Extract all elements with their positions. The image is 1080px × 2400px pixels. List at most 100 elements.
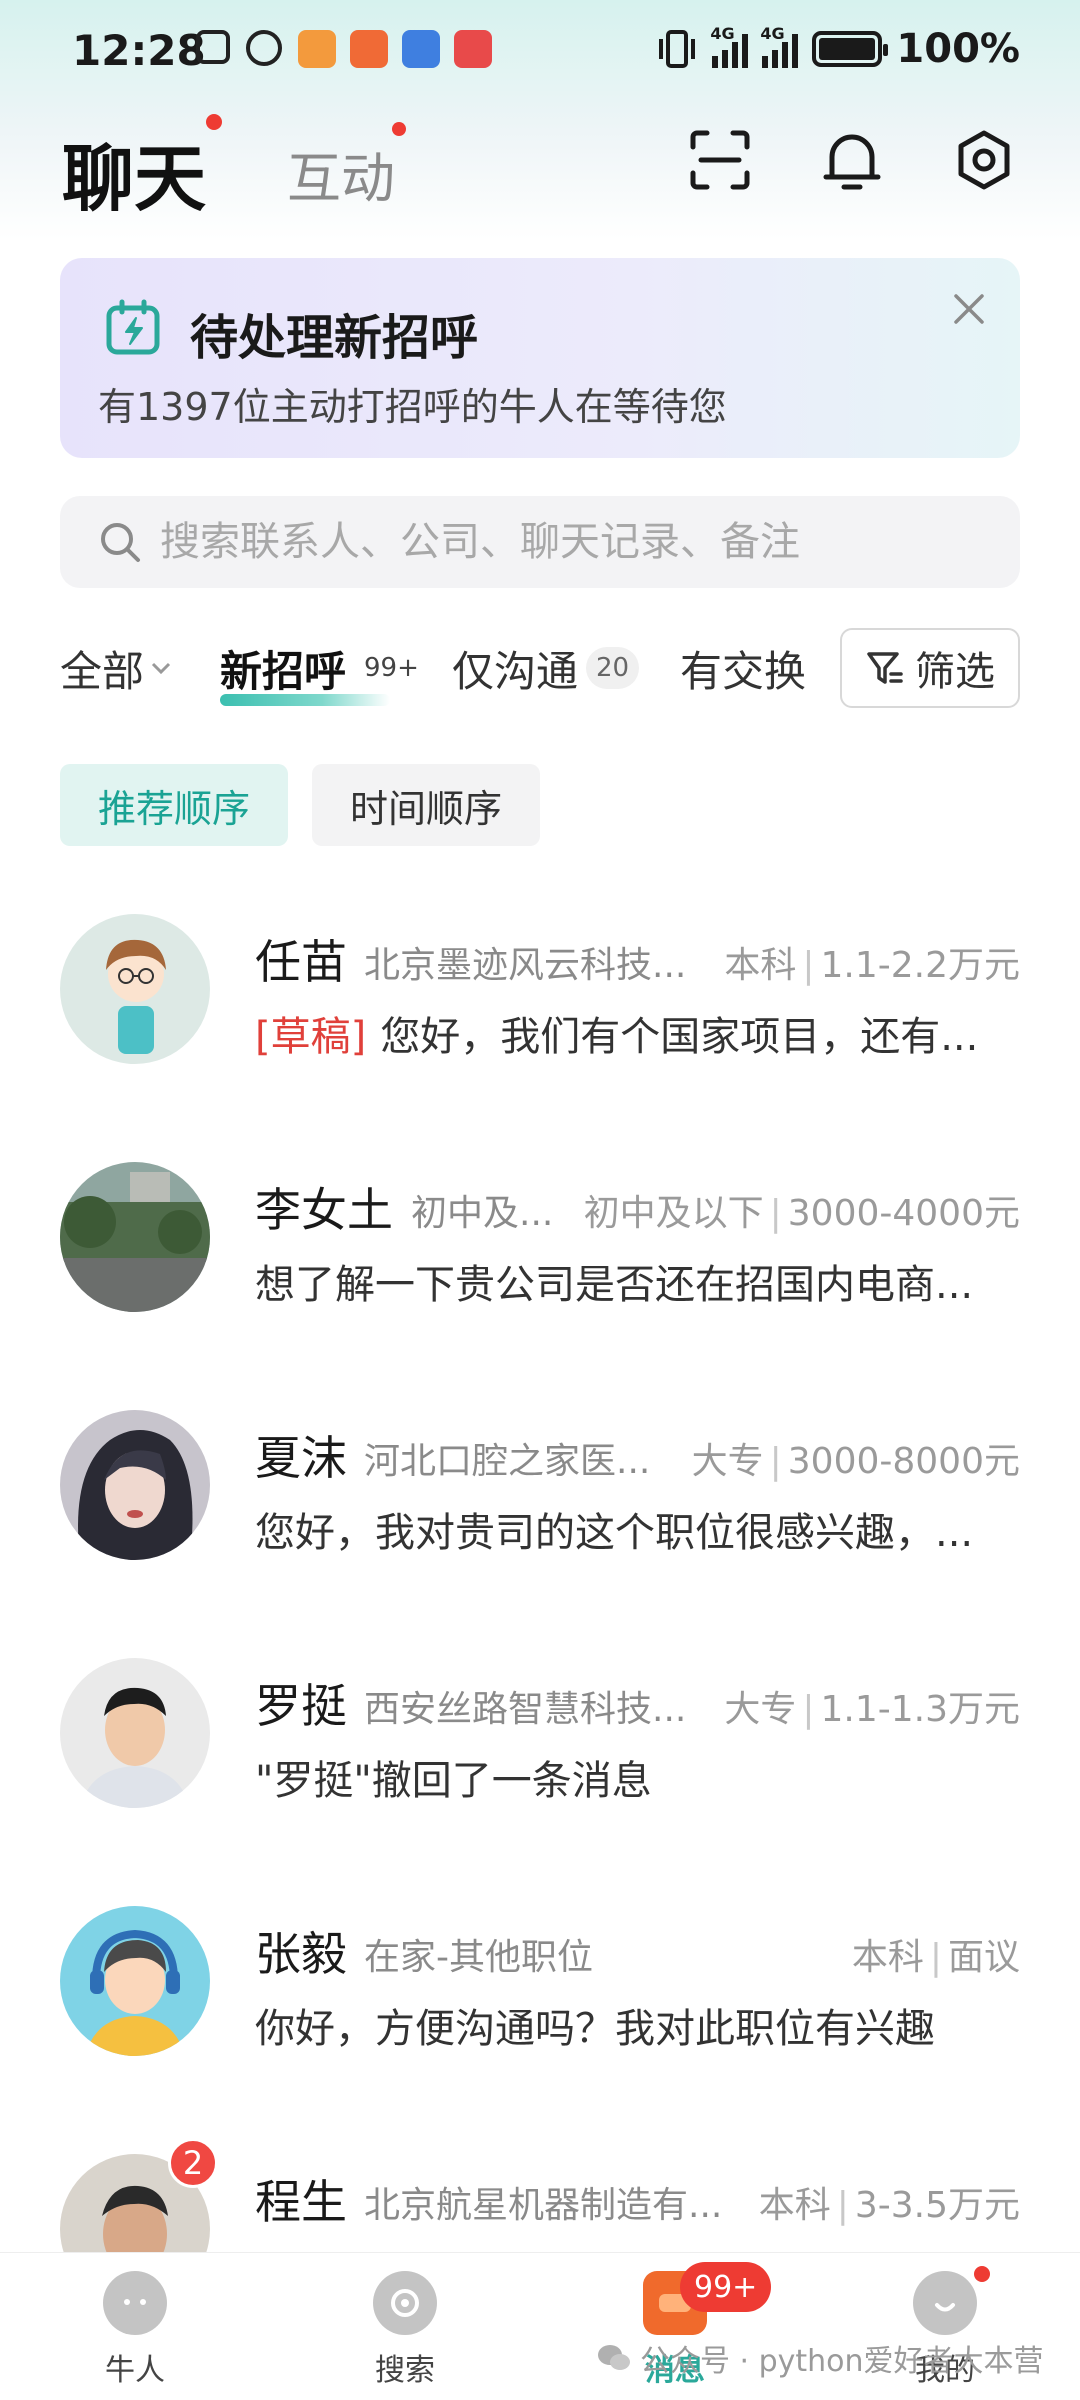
nfc-icon bbox=[196, 30, 230, 64]
status-bar: 12:28 4G 4G 100% bbox=[0, 0, 1080, 100]
avatar bbox=[60, 1906, 210, 2056]
contact-name: 任苗 bbox=[255, 935, 347, 989]
sort-recommended-button[interactable]: 推荐顺序 bbox=[60, 764, 288, 846]
last-message-text: "罗挺"撤回了一条消息 bbox=[255, 1758, 652, 1804]
signal-icon: 4G bbox=[710, 24, 749, 68]
profile-icon bbox=[913, 2271, 977, 2335]
nav-talent-label: 牛人 bbox=[105, 2353, 165, 2388]
banner-close-button[interactable] bbox=[942, 282, 996, 336]
watermark: 公众号 · python爱好者大本营 bbox=[596, 2336, 1044, 2380]
contact-company: 初中及... bbox=[411, 1193, 554, 1234]
conversation-row[interactable]: 罗挺 西安丝路智慧科技... 大专 | 1.1-1.3万元 "罗挺"撤回了一条消息 bbox=[0, 1646, 1080, 1894]
tab-interact-dot bbox=[392, 122, 406, 136]
banner-title: 待处理新招呼 bbox=[190, 310, 479, 366]
search-bar[interactable] bbox=[60, 496, 1020, 588]
scan-icon bbox=[690, 130, 750, 190]
filter-button[interactable]: 筛选 bbox=[840, 628, 1020, 708]
filter-tabs: 全部 新招呼 99+ 仅沟通 20 有交换 筛选 bbox=[0, 628, 1080, 718]
settings-button[interactable] bbox=[944, 120, 1024, 200]
signal-icon: 4G bbox=[760, 24, 799, 68]
wechat-icon bbox=[598, 2345, 630, 2370]
conversation-row[interactable]: 张毅 在家-其他职位 本科 | 面议 你好，方便沟通吗？我对此职位有兴趣 bbox=[0, 1894, 1080, 2142]
contact-meta: 大专 | 1.1-1.3万元 bbox=[724, 1689, 1021, 1730]
tab-only-chat-label: 仅沟通 bbox=[452, 646, 579, 696]
tab-new-greet-badge: 99+ bbox=[364, 653, 419, 683]
contact-salary: 3000-4000元 bbox=[787, 1193, 1020, 1234]
app-notification-icon bbox=[402, 30, 440, 68]
contact-education: 大专 bbox=[691, 1441, 764, 1482]
sort-time-button[interactable]: 时间顺序 bbox=[312, 764, 540, 846]
tab-exchanged[interactable]: 有交换 bbox=[680, 628, 806, 708]
network-type: 4G bbox=[760, 24, 785, 43]
last-message-text: 想了解一下贵公司是否还在招国内电商... bbox=[255, 1262, 974, 1308]
contact-company: 河北口腔之家医... bbox=[364, 1441, 651, 1482]
battery-level: 100% bbox=[896, 26, 1020, 72]
tab-only-chat[interactable]: 仅沟通 20 bbox=[452, 628, 640, 708]
search-input[interactable] bbox=[160, 496, 980, 588]
calendar-lightning-icon bbox=[106, 299, 160, 355]
filter-icon bbox=[867, 652, 903, 684]
last-message: [草稿] 您好，我们有个国家项目，还有... bbox=[255, 1004, 1000, 1062]
contact-name: 罗挺 bbox=[255, 1679, 347, 1733]
banner-description: 有1397位主动打招呼的牛人在等待您 bbox=[98, 385, 727, 429]
search-nav-icon bbox=[373, 2271, 437, 2335]
tab-all[interactable]: 全部 bbox=[60, 628, 174, 708]
contact-education: 本科 bbox=[724, 945, 797, 986]
search-icon bbox=[101, 523, 140, 562]
nav-search-label: 搜索 bbox=[375, 2353, 435, 2388]
avatar bbox=[60, 1162, 210, 1312]
conversation-list: 任苗 北京墨迹风云科技... 本科 | 1.1-2.2万元 [草稿] 您好，我们有个国… bbox=[0, 902, 1080, 2252]
nav-search[interactable]: 搜索 bbox=[325, 2271, 485, 2389]
contact-education: 大专 bbox=[724, 1689, 797, 1730]
alarm-icon bbox=[246, 30, 282, 66]
scan-button[interactable] bbox=[680, 120, 760, 200]
conversation-row[interactable]: 李女土 初中及... 初中及以下 | 3000-4000元 想了解一下贵公司是否还在… bbox=[0, 1150, 1080, 1398]
contact-salary: 1.1-2.2万元 bbox=[820, 945, 1021, 986]
pending-greetings-banner[interactable]: 待处理新招呼 有1397位主动打招呼的牛人在等待您 bbox=[60, 258, 1020, 458]
portrait-avatar-image bbox=[60, 1658, 210, 1808]
nav-talent[interactable]: 牛人 bbox=[55, 2271, 215, 2389]
tab-new-greet[interactable]: 新招呼 99+ bbox=[220, 628, 429, 708]
cartoon-avatar-image bbox=[60, 1906, 210, 2056]
conversation-row[interactable]: 2 程生 北京航星机器制造有... 本科 | 3-3.5万元 bbox=[0, 2138, 1080, 2252]
tab-chat-dot bbox=[206, 114, 222, 130]
tab-chat[interactable]: 聊天 bbox=[62, 120, 206, 225]
notification-button[interactable] bbox=[812, 120, 892, 200]
conversation-row[interactable]: 夏沫 河北口腔之家医... 大专 | 3000-8000元 您好，我对贵司的这个职位… bbox=[0, 1398, 1080, 1646]
settings-icon bbox=[958, 130, 1010, 190]
contact-salary: 3-3.5万元 bbox=[854, 2185, 1020, 2226]
contact-meta: 初中及以下 | 3000-4000元 bbox=[583, 1193, 1020, 1234]
chevron-down-icon bbox=[151, 662, 171, 675]
filter-button-label: 筛选 bbox=[915, 649, 995, 695]
contact-salary: 3000-8000元 bbox=[787, 1441, 1020, 1482]
last-message-text: 您好，我对贵司的这个职位很感兴趣，... bbox=[255, 1510, 974, 1556]
status-indicators: 4G 4G 100% bbox=[656, 24, 1020, 72]
contact-education: 本科 bbox=[851, 1937, 924, 1978]
contact-meta: 本科 | 1.1-2.2万元 bbox=[724, 945, 1021, 986]
conversation-row[interactable]: 任苗 北京墨迹风云科技... 本科 | 1.1-2.2万元 [草稿] 您好，我们有个国… bbox=[0, 902, 1080, 1150]
tab-interact[interactable]: 互动 bbox=[287, 134, 395, 213]
contact-company: 北京航星机器制造有... bbox=[364, 2185, 723, 2226]
contact-meta: 本科 | 3-3.5万元 bbox=[758, 2185, 1020, 2226]
contact-company: 北京墨迹风云科技... bbox=[364, 945, 687, 986]
battery-icon bbox=[812, 31, 889, 67]
contact-education: 初中及以下 bbox=[583, 1193, 764, 1234]
app-notification-icon bbox=[350, 30, 388, 68]
last-message: 您好，我对贵司的这个职位很感兴趣，... bbox=[255, 1500, 1000, 1558]
contact-salary: 1.1-1.3万元 bbox=[820, 1689, 1021, 1730]
last-message-text: 你好，方便沟通吗？我对此职位有兴趣 bbox=[255, 2006, 935, 2052]
app-notification-icon bbox=[454, 30, 492, 68]
avatar bbox=[60, 1410, 210, 1560]
contact-salary: 面议 bbox=[947, 1937, 1020, 1978]
unread-count-badge: 2 bbox=[168, 2138, 218, 2188]
target-icon bbox=[391, 2289, 419, 2317]
talent-icon bbox=[103, 2271, 167, 2335]
cartoon-avatar-image bbox=[60, 914, 210, 1064]
app-notification-icon bbox=[298, 30, 336, 68]
smile-icon bbox=[935, 2303, 955, 2312]
last-message: 你好，方便沟通吗？我对此职位有兴趣 bbox=[255, 1996, 1000, 2054]
portrait-avatar-image bbox=[60, 1410, 210, 1560]
contact-name: 程生 bbox=[255, 2175, 347, 2229]
bear-face-icon bbox=[124, 2299, 146, 2305]
tab-exchanged-label: 有交换 bbox=[680, 646, 807, 696]
